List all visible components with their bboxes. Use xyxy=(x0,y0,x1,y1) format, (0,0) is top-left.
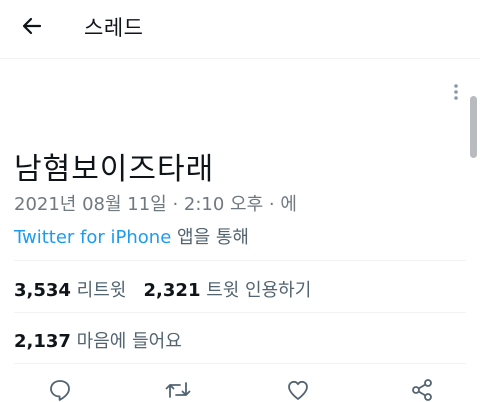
arrow-left-icon xyxy=(20,14,44,42)
more-vertical-icon xyxy=(446,84,466,108)
source-suffix: 앱을 통해 xyxy=(171,227,249,248)
share-icon xyxy=(410,378,434,402)
more-options-button[interactable] xyxy=(446,80,466,104)
retweets-stat[interactable]: 3,534 리트윗 xyxy=(14,280,126,301)
divider xyxy=(14,363,466,364)
header-divider xyxy=(0,58,480,59)
reply-icon xyxy=(48,378,72,402)
tweet-timestamp[interactable]: 2021년 08월 11일 · 2:10 오후 · 에 xyxy=(14,190,297,216)
retweets-label: 리트윗 xyxy=(76,280,127,301)
retweet-icon xyxy=(165,378,191,402)
likes-stat[interactable]: 2,137 마음에 들어요 xyxy=(14,327,182,353)
top-bar: 스레드 xyxy=(0,0,480,56)
likes-label: 마음에 들어요 xyxy=(76,331,182,352)
heart-icon xyxy=(286,378,310,402)
quotes-count: 2,321 xyxy=(143,280,201,301)
quotes-label: 트윗 인용하기 xyxy=(206,280,312,301)
back-button[interactable] xyxy=(12,10,52,46)
like-button[interactable] xyxy=(284,378,312,402)
page-title: 스레드 xyxy=(84,16,144,40)
divider xyxy=(14,260,466,261)
engagement-stats: 3,534 리트윗 2,321 트윗 인용하기 xyxy=(14,276,311,302)
retweets-count: 3,534 xyxy=(14,280,71,301)
tweet-source: Twitter for iPhone 앱을 통해 xyxy=(14,223,249,249)
tweet-text: 남혐보이즈타래 xyxy=(14,152,215,187)
scrollbar[interactable] xyxy=(470,96,477,158)
reply-button[interactable] xyxy=(46,378,74,402)
quotes-stat[interactable]: 2,321 트윗 인용하기 xyxy=(144,280,312,301)
source-link[interactable]: Twitter for iPhone xyxy=(14,227,171,248)
retweet-button[interactable] xyxy=(164,378,192,402)
likes-count: 2,137 xyxy=(14,331,71,352)
divider xyxy=(14,312,466,313)
share-button[interactable] xyxy=(408,378,436,402)
